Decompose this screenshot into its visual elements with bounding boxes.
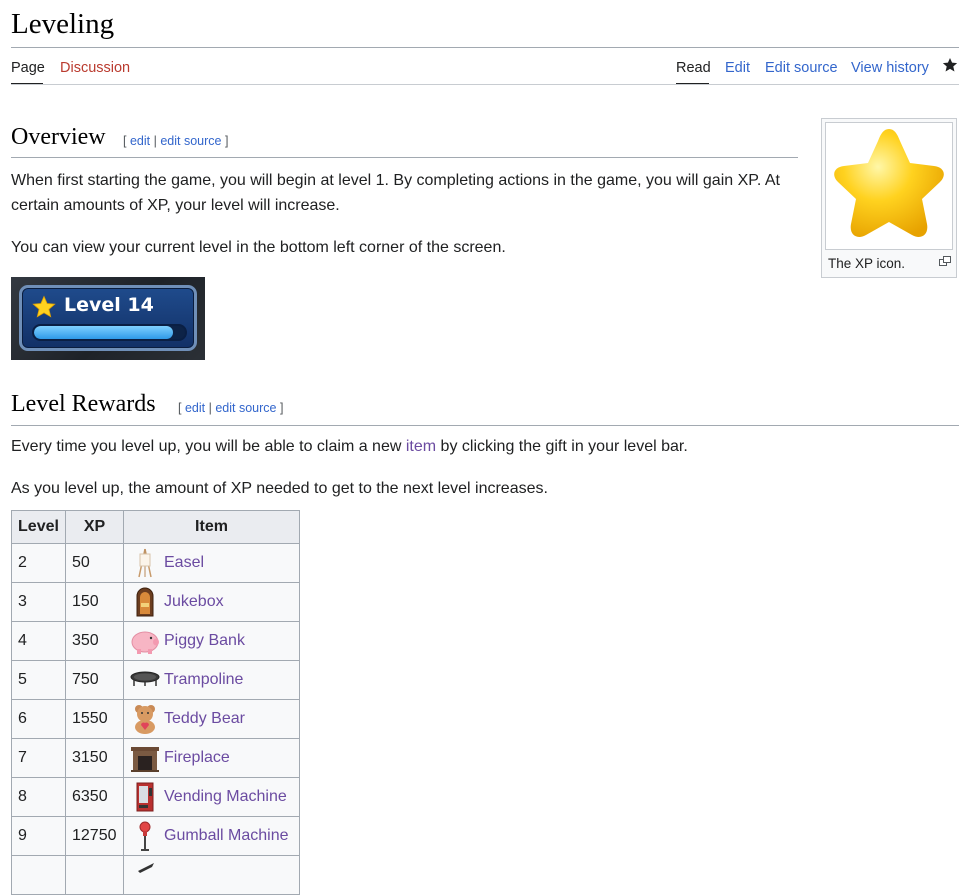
tab-view-history[interactable]: View history [851,60,929,76]
xp-cell: 50 [65,543,124,583]
xp-cell: 150 [65,582,124,622]
item-link-vending-machine[interactable]: Vending Machine [164,788,287,805]
table-row: 2 50 Easel [11,543,300,583]
tab-page[interactable]: Page [11,60,45,76]
overview-paragraph-1: When first starting the game, you will b… [11,172,780,214]
xp-cell: 750 [65,660,124,700]
xp-star-image[interactable] [825,122,953,250]
table-row: 7 3150 Fireplace [11,738,300,778]
level-cell: 9 [11,816,66,856]
item-cell: Vending Machine [123,777,300,817]
title-divider [11,47,959,48]
jukebox-icon [136,587,154,617]
item-link-teddy-bear[interactable]: Teddy Bear [164,710,245,727]
tab-edit[interactable]: Edit [725,60,750,76]
xp-cell: 1550 [65,699,124,739]
gumball-machine-icon [139,821,151,851]
rewards-paragraph-1: Every time you level up, you will be abl… [11,434,959,459]
xp-cell: 12750 [65,816,124,856]
overview-edit-source-link[interactable]: edit source [160,134,221,148]
enlarge-icon[interactable] [939,256,951,266]
table-row: 3 150 Jukebox [11,582,300,622]
level-progress-fill [34,326,173,339]
item-link-piggy-bank[interactable]: Piggy Bank [164,632,245,649]
level-cell: 7 [11,738,66,778]
trampoline-icon [130,671,160,686]
xp-star-icon [834,129,944,237]
xp-cell: 350 [65,621,124,661]
rewards-paragraph-1-after: by clicking the gift in your level bar. [436,438,688,455]
level-rewards-table: Level XP Item 2 50 Easel 3 150 Jukebox 4… [11,510,300,895]
rewards-edit-source-link[interactable]: edit source [215,401,276,415]
item-cell: Trampoline [123,660,300,700]
rewards-paragraph-2: As you level up, the amount of XP needed… [11,480,548,497]
next-item-icon [138,863,154,873]
level-cell: 5 [11,660,66,700]
thumbnail-caption: The XP icon. [828,256,906,271]
overview-edit-links: [ edit | edit source ] [123,134,229,148]
item-link-trampoline[interactable]: Trampoline [164,671,243,688]
level-cell: 8 [11,777,66,817]
watch-star-icon[interactable] [942,57,958,73]
overview-divider [11,157,798,158]
easel-icon [138,548,152,578]
item-link-easel[interactable]: Easel [164,554,204,571]
fireplace-icon [131,747,159,772]
tab-edit-source[interactable]: Edit source [765,60,838,76]
level-cell: 3 [11,582,66,622]
item-cell: Teddy Bear [123,699,300,739]
item-link-fireplace[interactable]: Fireplace [164,749,230,766]
item-link-gumball-machine[interactable]: Gumball Machine [164,827,289,844]
tab-read[interactable]: Read [676,60,711,76]
xp-cell [65,855,124,895]
level-star-icon [32,295,56,318]
item-cell [123,855,300,895]
overview-heading: Overview [11,124,106,150]
item-cell: Jukebox [123,582,300,622]
tabs-divider [11,84,959,85]
table-header-row: Level XP Item [11,510,300,544]
rewards-paragraph-1-before: Every time you level up, you will be abl… [11,438,406,455]
header-level: Level [11,510,66,544]
level-cell [11,855,66,895]
level-panel: Level 14 [19,285,197,351]
table-row: 6 1550 Teddy Bear [11,699,300,739]
table-row [11,855,300,895]
level-rewards-heading: Level Rewards [11,391,156,417]
page-title: Leveling [11,8,115,40]
teddy-bear-icon [135,705,155,734]
rewards-divider [11,425,959,426]
header-item: Item [123,510,300,544]
level-progress-bar [32,324,187,341]
item-cell: Easel [123,543,300,583]
item-link-jukebox[interactable]: Jukebox [164,593,224,610]
header-xp: XP [65,510,124,544]
tab-discussion[interactable]: Discussion [60,60,130,76]
table-row: 5 750 Trampoline [11,660,300,700]
item-cell: Piggy Bank [123,621,300,661]
item-cell: Gumball Machine [123,816,300,856]
level-cell: 4 [11,621,66,661]
xp-cell: 6350 [65,777,124,817]
vending-machine-icon [136,782,154,812]
overview-edit-link[interactable]: edit [130,134,150,148]
xp-cell: 3150 [65,738,124,778]
level-bar-screenshot[interactable]: Level 14 [11,277,205,360]
table-row: 9 12750 Gumball Machine [11,816,300,856]
table-row: 4 350 Piggy Bank [11,621,300,661]
table-row: 8 6350 Vending Machine [11,777,300,817]
piggy-bank-icon [131,631,159,654]
rewards-edit-links: [ edit | edit source ] [178,401,284,415]
level-label: Level 14 [64,294,154,316]
level-cell: 2 [11,543,66,583]
xp-icon-thumbnail: The XP icon. [821,118,957,278]
item-cell: Fireplace [123,738,300,778]
rewards-edit-link[interactable]: edit [185,401,205,415]
overview-paragraph-2: You can view your current level in the b… [11,239,506,256]
level-cell: 6 [11,699,66,739]
item-link[interactable]: item [406,438,436,455]
